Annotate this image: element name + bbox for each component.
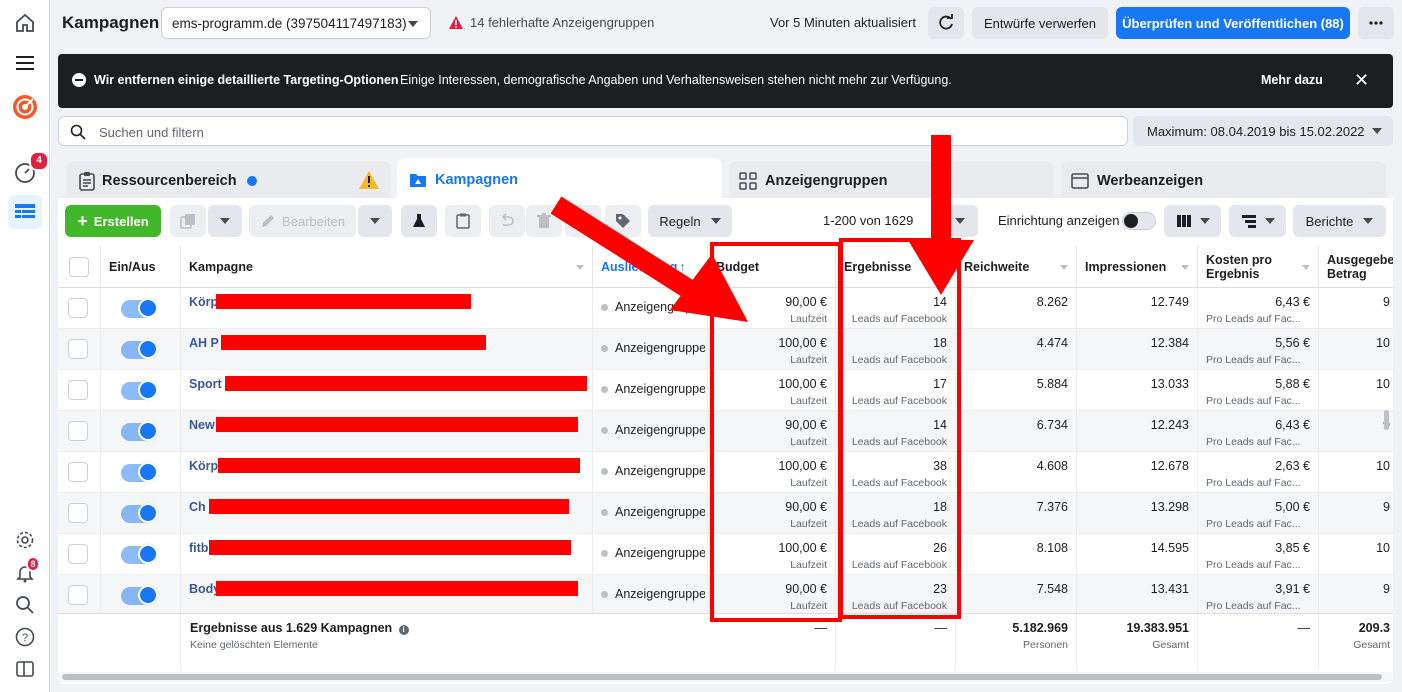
annotation-arrow-left <box>550 196 696 299</box>
annotation-arrowhead-right <box>908 240 974 295</box>
annotation-arrows <box>550 135 974 322</box>
